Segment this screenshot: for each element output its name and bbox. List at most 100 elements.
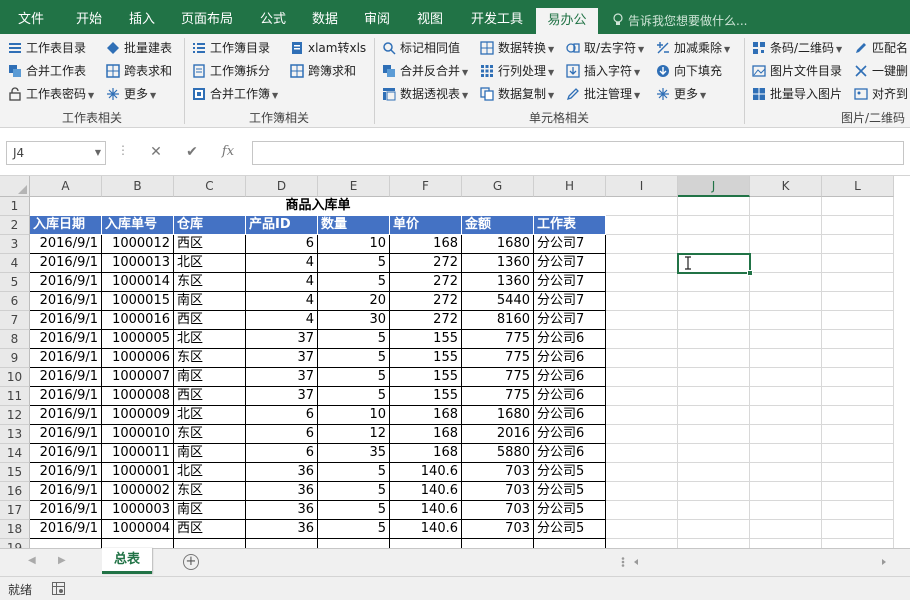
column-header-f[interactable]: F <box>390 176 462 197</box>
empty-cell[interactable] <box>750 387 822 406</box>
table-cell[interactable]: 分公司5 <box>534 520 606 539</box>
table-cell[interactable]: 168 <box>390 444 462 463</box>
empty-cell[interactable] <box>102 539 174 548</box>
empty-cell[interactable] <box>246 539 318 548</box>
table-cell[interactable]: 2016/9/1 <box>30 425 102 444</box>
row-header[interactable]: 3 <box>0 235 30 254</box>
tab-data[interactable]: 数据 <box>302 6 348 34</box>
table-cell[interactable]: 37 <box>246 330 318 349</box>
empty-cell[interactable] <box>606 444 678 463</box>
empty-cell[interactable] <box>750 463 822 482</box>
table-cell[interactable]: 2016/9/1 <box>30 520 102 539</box>
more-sheet-tools-button[interactable]: 更多 ▼ <box>106 84 156 104</box>
table-cell[interactable]: 1000003 <box>102 501 174 520</box>
empty-cell[interactable] <box>822 520 894 539</box>
row-header[interactable]: 12 <box>0 406 30 425</box>
table-cell[interactable]: 分公司5 <box>534 501 606 520</box>
table-cell[interactable]: 5 <box>318 463 390 482</box>
empty-cell[interactable] <box>822 406 894 425</box>
cross-workbook-sum-button[interactable]: 跨簿求和 <box>290 61 356 81</box>
empty-cell[interactable] <box>462 539 534 548</box>
tab-home[interactable]: 开始 <box>62 6 116 34</box>
empty-cell[interactable] <box>822 311 894 330</box>
arithmetic-button[interactable]: 加减乘除 ▼ <box>656 38 730 58</box>
table-cell[interactable]: 37 <box>246 387 318 406</box>
empty-cell[interactable] <box>822 444 894 463</box>
table-cell[interactable]: 5 <box>318 368 390 387</box>
table-cell[interactable]: 1000008 <box>102 387 174 406</box>
row-header[interactable]: 18 <box>0 520 30 539</box>
row-header[interactable]: 2 <box>0 216 30 235</box>
empty-cell[interactable] <box>678 368 750 387</box>
table-cell[interactable]: 西区 <box>174 235 246 254</box>
row-header[interactable]: 16 <box>0 482 30 501</box>
data-convert-button[interactable]: 数据转换 ▼ <box>480 38 554 58</box>
table-cell[interactable]: 1360 <box>462 273 534 292</box>
table-cell[interactable]: 168 <box>390 425 462 444</box>
table-cell[interactable]: 1000007 <box>102 368 174 387</box>
table-cell[interactable]: 1000011 <box>102 444 174 463</box>
tab-insert[interactable]: 插入 <box>116 6 168 34</box>
chevron-down-icon[interactable]: ▼ <box>95 142 101 164</box>
empty-cell[interactable] <box>750 349 822 368</box>
empty-cell[interactable] <box>678 444 750 463</box>
table-cell[interactable]: 703 <box>462 463 534 482</box>
row-header[interactable]: 8 <box>0 330 30 349</box>
empty-cell[interactable] <box>606 539 678 548</box>
empty-cell[interactable] <box>606 254 678 273</box>
table-cell[interactable]: 6 <box>246 235 318 254</box>
row-header[interactable]: 7 <box>0 311 30 330</box>
insert-chars-button[interactable]: 插入字符 ▼ <box>566 61 640 81</box>
column-title-cell[interactable]: 单价 <box>390 216 462 235</box>
table-cell[interactable]: 5 <box>318 273 390 292</box>
table-cell[interactable]: 2016/9/1 <box>30 463 102 482</box>
empty-cell[interactable] <box>678 520 750 539</box>
column-title-cell[interactable]: 数量 <box>318 216 390 235</box>
table-cell[interactable]: 分公司6 <box>534 368 606 387</box>
more-dots-icon[interactable]: ⋮ <box>117 143 129 157</box>
column-title-cell[interactable]: 仓库 <box>174 216 246 235</box>
table-cell[interactable]: 155 <box>390 387 462 406</box>
table-cell[interactable]: 272 <box>390 292 462 311</box>
table-cell[interactable]: 8160 <box>462 311 534 330</box>
column-header-l[interactable]: L <box>822 176 894 197</box>
table-cell[interactable]: 1000006 <box>102 349 174 368</box>
table-cell[interactable]: 1000009 <box>102 406 174 425</box>
extract-chars-button[interactable]: 取/去字符 ▼ <box>566 38 644 58</box>
table-cell[interactable]: 南区 <box>174 292 246 311</box>
row-header[interactable]: 4 <box>0 254 30 273</box>
column-title-cell[interactable]: 入库日期 <box>30 216 102 235</box>
table-cell[interactable]: 5 <box>318 254 390 273</box>
table-title[interactable]: 商品入库单 <box>30 197 606 216</box>
table-cell[interactable]: 6 <box>246 425 318 444</box>
table-cell[interactable]: 5 <box>318 520 390 539</box>
empty-cell[interactable] <box>750 311 822 330</box>
data-copy-button[interactable]: 数据复制 ▼ <box>480 84 554 104</box>
empty-cell[interactable] <box>606 216 678 235</box>
empty-cell[interactable] <box>750 520 822 539</box>
empty-cell[interactable] <box>678 482 750 501</box>
column-header-i[interactable]: I <box>606 176 678 197</box>
table-cell[interactable]: 2016/9/1 <box>30 254 102 273</box>
table-cell[interactable]: 10 <box>318 406 390 425</box>
function-icon[interactable]: fx <box>218 142 238 162</box>
empty-cell[interactable] <box>822 368 894 387</box>
tab-formulas[interactable]: 公式 <box>248 6 298 34</box>
empty-cell[interactable] <box>750 539 822 548</box>
cross-sheet-sum-button[interactable]: 跨表求和 <box>106 61 172 81</box>
table-cell[interactable]: 2016/9/1 <box>30 292 102 311</box>
table-cell[interactable]: 南区 <box>174 444 246 463</box>
empty-cell[interactable] <box>606 349 678 368</box>
table-cell[interactable]: 1000002 <box>102 482 174 501</box>
column-header-a[interactable]: A <box>30 176 102 197</box>
table-cell[interactable]: 35 <box>318 444 390 463</box>
table-cell[interactable]: 1000001 <box>102 463 174 482</box>
empty-cell[interactable] <box>678 539 750 548</box>
tab-page-layout[interactable]: 页面布局 <box>172 6 242 34</box>
tab-file[interactable]: 文件 <box>6 6 56 34</box>
table-cell[interactable]: 北区 <box>174 254 246 273</box>
mark-duplicates-button[interactable]: 标记相同值 <box>382 38 460 58</box>
empty-cell[interactable] <box>678 197 750 216</box>
empty-cell[interactable] <box>606 387 678 406</box>
tab-yibangong[interactable]: 易办公 <box>536 8 598 34</box>
